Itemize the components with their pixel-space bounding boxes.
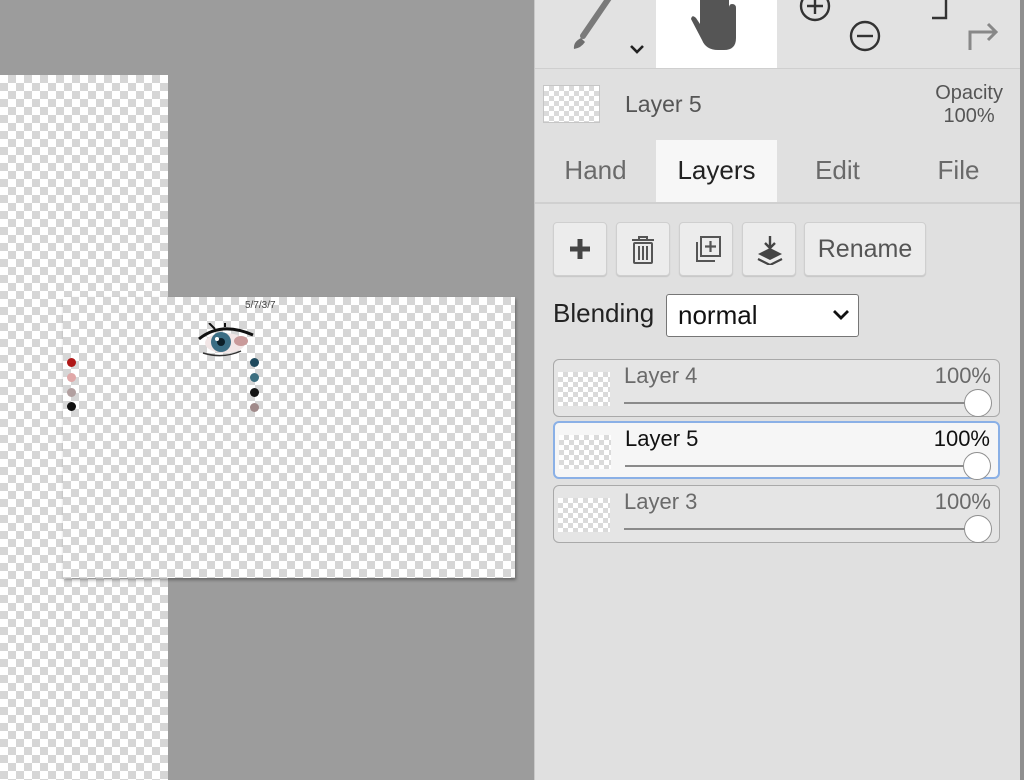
trash-icon xyxy=(632,236,654,264)
opacity-slider-knob[interactable] xyxy=(964,515,992,543)
color-swatch xyxy=(250,373,259,382)
color-swatch xyxy=(67,402,76,411)
color-swatch xyxy=(250,403,259,412)
tool-bar xyxy=(535,0,1021,69)
opacity-slider-track[interactable] xyxy=(625,465,972,467)
layer-opacity: 100% xyxy=(934,363,991,388)
layer-opacity: 100% xyxy=(934,489,991,514)
delete-layer-button[interactable] xyxy=(616,222,670,276)
opacity-slider-knob[interactable] xyxy=(963,452,991,480)
undo-icon xyxy=(932,0,948,20)
layer-name: Layer 5 xyxy=(625,426,699,451)
current-layer-name: Layer 5 xyxy=(625,91,702,117)
layer-name: Layer 4 xyxy=(624,363,698,388)
layer-row[interactable]: Layer 3 100% xyxy=(553,485,1000,543)
opacity-slider-track[interactable] xyxy=(624,528,973,530)
layer-row[interactable]: Layer 4 100% xyxy=(553,359,1000,417)
zoom-out-icon xyxy=(849,20,881,52)
drawn-eye xyxy=(198,323,254,357)
color-swatch xyxy=(67,388,76,397)
blending-label: Blending xyxy=(553,298,655,328)
merge-down-button[interactable] xyxy=(742,222,796,276)
layer-opacity: 100% xyxy=(933,426,990,451)
undo-redo-button[interactable] xyxy=(898,0,1019,68)
color-swatch xyxy=(250,388,259,397)
chevron-down-icon xyxy=(630,45,644,54)
opacity-label: Opacity xyxy=(935,82,1003,104)
hand-icon xyxy=(691,0,736,50)
plus-icon xyxy=(570,239,590,259)
brush-icon xyxy=(573,0,612,49)
chevron-down-icon xyxy=(833,310,849,320)
color-swatch xyxy=(67,358,76,367)
opacity-slider-track[interactable] xyxy=(624,402,973,404)
opacity-slider-knob[interactable] xyxy=(964,389,992,417)
canvas-workspace[interactable]: 5/7/3/7 xyxy=(0,0,534,780)
merge-down-icon xyxy=(757,236,783,265)
canvas-scribble-text: 5/7/3/7 xyxy=(245,300,276,311)
duplicate-layer-button[interactable] xyxy=(679,222,733,276)
color-swatch xyxy=(250,358,259,367)
zoom-tool-button[interactable] xyxy=(777,0,898,68)
layer-name: Layer 3 xyxy=(624,489,698,514)
rename-layer-button[interactable]: Rename xyxy=(804,222,926,276)
blending-mode-value: normal xyxy=(678,300,758,330)
duplicate-icon xyxy=(696,236,721,262)
layer-thumbnail xyxy=(558,372,610,406)
opacity-value: 100% xyxy=(943,105,995,127)
current-layer-info: Layer 5 Opacity 100% xyxy=(535,69,1021,139)
brush-tool-button[interactable] xyxy=(535,0,656,68)
drawing-canvas[interactable]: 5/7/3/7 xyxy=(63,297,515,578)
color-swatch xyxy=(67,373,76,382)
hand-tool-button[interactable] xyxy=(656,0,777,68)
panel-tabs: Hand Layers Edit File xyxy=(535,140,1021,204)
side-panel: Layer 5 Opacity 100% Hand Layers Edit Fi… xyxy=(534,0,1021,780)
blending-mode-select[interactable]: normal xyxy=(666,294,859,337)
tab-layers[interactable]: Layers xyxy=(656,140,777,202)
zoom-in-icon xyxy=(799,0,831,22)
current-layer-thumbnail xyxy=(543,85,600,123)
add-layer-button[interactable] xyxy=(553,222,607,276)
redo-icon xyxy=(968,22,999,50)
layer-row-selected[interactable]: Layer 5 100% xyxy=(553,421,1000,480)
panel-scrollbar[interactable] xyxy=(1020,0,1024,780)
layer-thumbnail xyxy=(558,498,610,532)
layer-thumbnail xyxy=(559,435,611,469)
tab-hand[interactable]: Hand xyxy=(535,140,656,202)
tab-edit[interactable]: Edit xyxy=(777,140,898,202)
tab-file[interactable]: File xyxy=(898,140,1019,202)
opacity-readout: Opacity 100% xyxy=(935,82,1003,128)
